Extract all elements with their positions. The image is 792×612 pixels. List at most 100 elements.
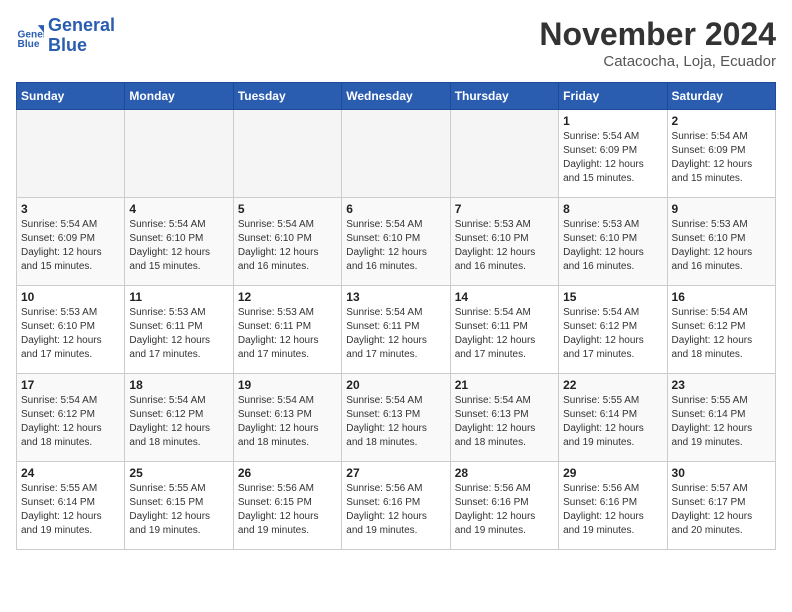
page-header: General Blue General Blue November 2024 … xyxy=(16,16,776,70)
day-number: 1 xyxy=(563,114,662,128)
weekday-monday: Monday xyxy=(125,83,233,110)
day-number: 20 xyxy=(346,378,445,392)
day-number: 6 xyxy=(346,202,445,216)
calendar-cell: 15Sunrise: 5:54 AM Sunset: 6:12 PM Dayli… xyxy=(559,286,667,374)
day-info: Sunrise: 5:54 AM Sunset: 6:09 PM Dayligh… xyxy=(672,130,771,186)
day-info: Sunrise: 5:54 AM Sunset: 6:13 PM Dayligh… xyxy=(455,394,554,450)
day-number: 5 xyxy=(238,202,337,216)
day-info: Sunrise: 5:54 AM Sunset: 6:10 PM Dayligh… xyxy=(238,218,337,274)
day-number: 9 xyxy=(672,202,771,216)
title-block: November 2024 Catacocha, Loja, Ecuador xyxy=(539,16,776,70)
week-row-3: 10Sunrise: 5:53 AM Sunset: 6:10 PM Dayli… xyxy=(17,286,776,374)
location-subtitle: Catacocha, Loja, Ecuador xyxy=(539,53,776,70)
calendar-cell: 22 Sunrise: 5:55 AM Sunset: 6:14 PM Dayli… xyxy=(559,374,667,462)
day-number: 18 xyxy=(129,378,228,392)
calendar-cell: 3 Sunrise: 5:54 AM Sunset: 6:09 PM Daylig… xyxy=(17,198,125,286)
day-number: 11 xyxy=(129,290,228,304)
weekday-header-row: SundayMondayTuesdayWednesdayThursdayFrid… xyxy=(17,83,776,110)
day-number: 29 xyxy=(563,466,662,480)
calendar-cell: 13Sunrise: 5:54 AM Sunset: 6:11 PM Dayli… xyxy=(342,286,450,374)
weekday-wednesday: Wednesday xyxy=(342,83,450,110)
calendar-cell: 19 Sunrise: 5:54 AM Sunset: 6:13 PM Dayli… xyxy=(233,374,341,462)
calendar-cell: 11Sunrise: 5:53 AM Sunset: 6:11 PM Dayli… xyxy=(125,286,233,374)
calendar-cell: 25 Sunrise: 5:55 AM Sunset: 6:15 PM Dayli… xyxy=(125,462,233,550)
calendar-cell: 2Sunrise: 5:54 AM Sunset: 6:09 PM Daylig… xyxy=(667,110,775,198)
calendar-cell xyxy=(233,110,341,198)
day-info: Sunrise: 5:54 AM Sunset: 6:12 PM Dayligh… xyxy=(21,394,120,450)
day-number: 3 xyxy=(21,202,120,216)
calendar-cell: 16Sunrise: 5:54 AM Sunset: 6:12 PM Dayli… xyxy=(667,286,775,374)
day-info: Sunrise: 5:53 AM Sunset: 6:10 PM Dayligh… xyxy=(455,218,554,274)
day-number: 7 xyxy=(455,202,554,216)
day-info: Sunrise: 5:56 AM Sunset: 6:16 PM Dayligh… xyxy=(346,482,445,538)
day-number: 22 xyxy=(563,378,662,392)
day-info: Sunrise: 5:57 AM Sunset: 6:17 PM Dayligh… xyxy=(672,482,771,538)
weekday-tuesday: Tuesday xyxy=(233,83,341,110)
calendar-cell: 9 Sunrise: 5:53 AM Sunset: 6:10 PM Daylig… xyxy=(667,198,775,286)
calendar-cell: 18 Sunrise: 5:54 AM Sunset: 6:12 PM Dayli… xyxy=(125,374,233,462)
calendar-cell: 29Sunrise: 5:56 AM Sunset: 6:16 PM Dayli… xyxy=(559,462,667,550)
day-number: 19 xyxy=(238,378,337,392)
day-number: 30 xyxy=(672,466,771,480)
day-info: Sunrise: 5:54 AM Sunset: 6:11 PM Dayligh… xyxy=(346,306,445,362)
weekday-thursday: Thursday xyxy=(450,83,558,110)
calendar-cell: 28Sunrise: 5:56 AM Sunset: 6:16 PM Dayli… xyxy=(450,462,558,550)
calendar-cell: 27Sunrise: 5:56 AM Sunset: 6:16 PM Dayli… xyxy=(342,462,450,550)
day-info: Sunrise: 5:56 AM Sunset: 6:15 PM Dayligh… xyxy=(238,482,337,538)
day-info: Sunrise: 5:55 AM Sunset: 6:14 PM Dayligh… xyxy=(21,482,120,538)
calendar-cell xyxy=(342,110,450,198)
day-info: Sunrise: 5:55 AM Sunset: 6:14 PM Dayligh… xyxy=(563,394,662,450)
day-number: 26 xyxy=(238,466,337,480)
week-row-2: 3 Sunrise: 5:54 AM Sunset: 6:09 PM Daylig… xyxy=(17,198,776,286)
week-row-1: 1 Sunrise: 5:54 AM Sunset: 6:09 PM Daylig… xyxy=(17,110,776,198)
day-number: 14 xyxy=(455,290,554,304)
month-title: November 2024 xyxy=(539,16,776,53)
day-number: 12 xyxy=(238,290,337,304)
day-info: Sunrise: 5:54 AM Sunset: 6:10 PM Dayligh… xyxy=(346,218,445,274)
day-number: 25 xyxy=(129,466,228,480)
calendar-cell: 30 Sunrise: 5:57 AM Sunset: 6:17 PM Dayli… xyxy=(667,462,775,550)
weekday-sunday: Sunday xyxy=(17,83,125,110)
logo-text-general: General xyxy=(48,16,115,36)
day-info: Sunrise: 5:54 AM Sunset: 6:12 PM Dayligh… xyxy=(672,306,771,362)
day-info: Sunrise: 5:54 AM Sunset: 6:13 PM Dayligh… xyxy=(346,394,445,450)
calendar-cell: 17 Sunrise: 5:54 AM Sunset: 6:12 PM Dayli… xyxy=(17,374,125,462)
day-info: Sunrise: 5:54 AM Sunset: 6:09 PM Dayligh… xyxy=(563,130,662,186)
day-info: Sunrise: 5:53 AM Sunset: 6:10 PM Dayligh… xyxy=(672,218,771,274)
week-row-4: 17 Sunrise: 5:54 AM Sunset: 6:12 PM Dayli… xyxy=(17,374,776,462)
day-info: Sunrise: 5:54 AM Sunset: 6:09 PM Dayligh… xyxy=(21,218,120,274)
day-info: Sunrise: 5:55 AM Sunset: 6:15 PM Dayligh… xyxy=(129,482,228,538)
weekday-friday: Friday xyxy=(559,83,667,110)
calendar-cell: 8 Sunrise: 5:53 AM Sunset: 6:10 PM Daylig… xyxy=(559,198,667,286)
calendar-cell: 26 Sunrise: 5:56 AM Sunset: 6:15 PM Dayli… xyxy=(233,462,341,550)
day-info: Sunrise: 5:54 AM Sunset: 6:11 PM Dayligh… xyxy=(455,306,554,362)
day-number: 17 xyxy=(21,378,120,392)
weekday-saturday: Saturday xyxy=(667,83,775,110)
day-info: Sunrise: 5:54 AM Sunset: 6:12 PM Dayligh… xyxy=(563,306,662,362)
calendar-cell: 23Sunrise: 5:55 AM Sunset: 6:14 PM Dayli… xyxy=(667,374,775,462)
logo-icon: General Blue xyxy=(16,22,44,50)
calendar-cell: 1 Sunrise: 5:54 AM Sunset: 6:09 PM Daylig… xyxy=(559,110,667,198)
calendar-table: SundayMondayTuesdayWednesdayThursdayFrid… xyxy=(16,82,776,550)
calendar-cell xyxy=(450,110,558,198)
day-number: 10 xyxy=(21,290,120,304)
day-info: Sunrise: 5:53 AM Sunset: 6:10 PM Dayligh… xyxy=(563,218,662,274)
calendar-body: 1 Sunrise: 5:54 AM Sunset: 6:09 PM Daylig… xyxy=(17,110,776,550)
calendar-cell: 12Sunrise: 5:53 AM Sunset: 6:11 PM Dayli… xyxy=(233,286,341,374)
calendar-cell: 6 Sunrise: 5:54 AM Sunset: 6:10 PM Daylig… xyxy=(342,198,450,286)
day-info: Sunrise: 5:54 AM Sunset: 6:13 PM Dayligh… xyxy=(238,394,337,450)
day-number: 28 xyxy=(455,466,554,480)
day-number: 23 xyxy=(672,378,771,392)
calendar-cell: 4Sunrise: 5:54 AM Sunset: 6:10 PM Daylig… xyxy=(125,198,233,286)
logo-text-blue: Blue xyxy=(48,36,115,56)
calendar-cell xyxy=(17,110,125,198)
svg-text:Blue: Blue xyxy=(18,39,40,50)
calendar-cell: 21 Sunrise: 5:54 AM Sunset: 6:13 PM Dayli… xyxy=(450,374,558,462)
calendar-cell: 7 Sunrise: 5:53 AM Sunset: 6:10 PM Daylig… xyxy=(450,198,558,286)
calendar-cell: 14 Sunrise: 5:54 AM Sunset: 6:11 PM Dayli… xyxy=(450,286,558,374)
day-info: Sunrise: 5:54 AM Sunset: 6:12 PM Dayligh… xyxy=(129,394,228,450)
calendar-cell: 5 Sunrise: 5:54 AM Sunset: 6:10 PM Daylig… xyxy=(233,198,341,286)
day-number: 8 xyxy=(563,202,662,216)
day-number: 21 xyxy=(455,378,554,392)
day-info: Sunrise: 5:54 AM Sunset: 6:10 PM Dayligh… xyxy=(129,218,228,274)
